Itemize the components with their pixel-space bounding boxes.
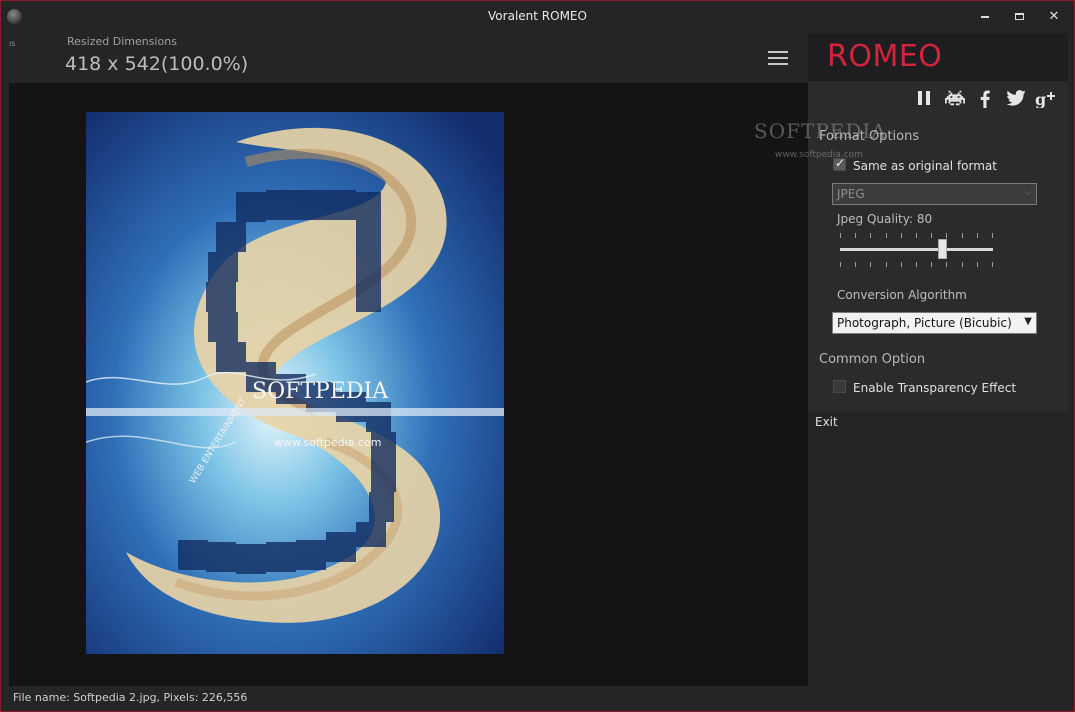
conversion-algorithm-select[interactable]: Photograph, Picture (Bicubic) ▼ bbox=[832, 312, 1037, 334]
brand-header: ROMEO bbox=[808, 33, 1068, 81]
status-text: File name: Softpedia 2.jpg, Pixels: 226,… bbox=[13, 691, 248, 704]
common-option-title: Common Option bbox=[819, 352, 926, 367]
slider-tick bbox=[931, 262, 932, 267]
conversion-algorithm-label: Conversion Algorithm bbox=[837, 288, 967, 302]
slider-ticks-bottom bbox=[840, 262, 993, 267]
hamburger-icon bbox=[768, 51, 788, 53]
preview-logo-url: www.softpedia.com bbox=[274, 436, 381, 449]
chevron-down-icon: ⌵ bbox=[1024, 187, 1032, 198]
slider-tick bbox=[886, 262, 887, 267]
hamburger-line bbox=[768, 57, 788, 59]
slider-tick bbox=[855, 262, 856, 267]
pause-icon[interactable] bbox=[917, 90, 931, 110]
preview-artwork: SOFTPEDIA www.softpedia.com WEB ENTERTAI… bbox=[86, 112, 504, 654]
maximize-button[interactable] bbox=[1007, 7, 1031, 27]
image-stage: SOFTPEDIA www.softpedia.com WEB ENTERTAI… bbox=[9, 83, 808, 686]
conversion-algorithm-value: Photograph, Picture (Bicubic) bbox=[837, 316, 1012, 330]
maximize-icon bbox=[1014, 13, 1024, 20]
slider-ticks-top bbox=[840, 233, 993, 238]
jpeg-quality-slider[interactable] bbox=[840, 233, 993, 269]
title-bar[interactable]: Voralent ROMEO ✕ bbox=[1, 1, 1074, 33]
slider-tick bbox=[840, 262, 841, 267]
transparency-label[interactable]: Enable Transparency Effect bbox=[853, 381, 1016, 395]
slider-tick bbox=[962, 262, 963, 267]
close-icon: ✕ bbox=[1048, 9, 1060, 24]
slider-tick bbox=[901, 233, 902, 238]
minimize-button[interactable] bbox=[973, 7, 997, 27]
format-select[interactable]: JPEG ⌵ bbox=[832, 183, 1037, 205]
slider-tick bbox=[931, 233, 932, 238]
svg-text:g: g bbox=[1035, 90, 1046, 108]
slider-tick bbox=[946, 262, 947, 267]
slider-tick bbox=[916, 233, 917, 238]
resized-dimensions-label: Resized Dimensions bbox=[67, 35, 177, 48]
slider-tick bbox=[977, 233, 978, 238]
twitter-icon[interactable] bbox=[1006, 90, 1026, 110]
close-button[interactable]: ✕ bbox=[1042, 7, 1066, 27]
softpedia-watermark: SOFTPEDIA bbox=[754, 119, 887, 143]
slider-tick bbox=[992, 262, 993, 267]
transparency-checkbox[interactable] bbox=[833, 380, 846, 393]
options-panel: ROMEO g Format Options ✓ Same as origina… bbox=[808, 33, 1068, 411]
truncated-label: ıs bbox=[9, 39, 16, 48]
same-format-label[interactable]: Same as original format bbox=[853, 159, 997, 173]
format-select-value: JPEG bbox=[837, 187, 865, 201]
slider-track[interactable] bbox=[840, 248, 993, 251]
google-plus-icon[interactable]: g bbox=[1035, 90, 1057, 110]
invader-icon[interactable] bbox=[945, 90, 965, 110]
image-preview: SOFTPEDIA www.softpedia.com WEB ENTERTAI… bbox=[86, 112, 504, 654]
slider-tick bbox=[870, 233, 871, 238]
slider-tick bbox=[977, 262, 978, 267]
status-bar: File name: Softpedia 2.jpg, Pixels: 226,… bbox=[1, 687, 1074, 711]
exit-button[interactable]: Exit bbox=[815, 415, 838, 429]
softpedia-watermark-url: www.softpedia.com bbox=[775, 150, 863, 160]
hamburger-line bbox=[768, 63, 788, 65]
slider-tick bbox=[840, 233, 841, 238]
minimize-icon bbox=[981, 15, 989, 18]
app-window: Voralent ROMEO ✕ ıs Resized Dimensions 4… bbox=[0, 0, 1075, 712]
slider-tick bbox=[946, 233, 947, 238]
slider-tick bbox=[901, 262, 902, 267]
slider-tick bbox=[992, 233, 993, 238]
chevron-down-icon: ▼ bbox=[1024, 316, 1032, 327]
slider-tick bbox=[962, 233, 963, 238]
facebook-icon[interactable] bbox=[978, 90, 992, 110]
preview-logo-text: SOFTPEDIA bbox=[252, 379, 389, 404]
brand-logo: ROMEO bbox=[827, 39, 943, 74]
slider-tick bbox=[886, 233, 887, 238]
slider-tick bbox=[916, 262, 917, 267]
slider-tick bbox=[855, 233, 856, 238]
slider-thumb[interactable] bbox=[938, 239, 947, 259]
jpeg-quality-label: Jpeg Quality: 80 bbox=[837, 212, 933, 226]
menu-button[interactable] bbox=[768, 51, 788, 65]
window-title: Voralent ROMEO bbox=[488, 9, 587, 23]
slider-tick bbox=[870, 262, 871, 267]
resized-dimensions-value: 418 x 542(100.0%) bbox=[65, 53, 249, 75]
